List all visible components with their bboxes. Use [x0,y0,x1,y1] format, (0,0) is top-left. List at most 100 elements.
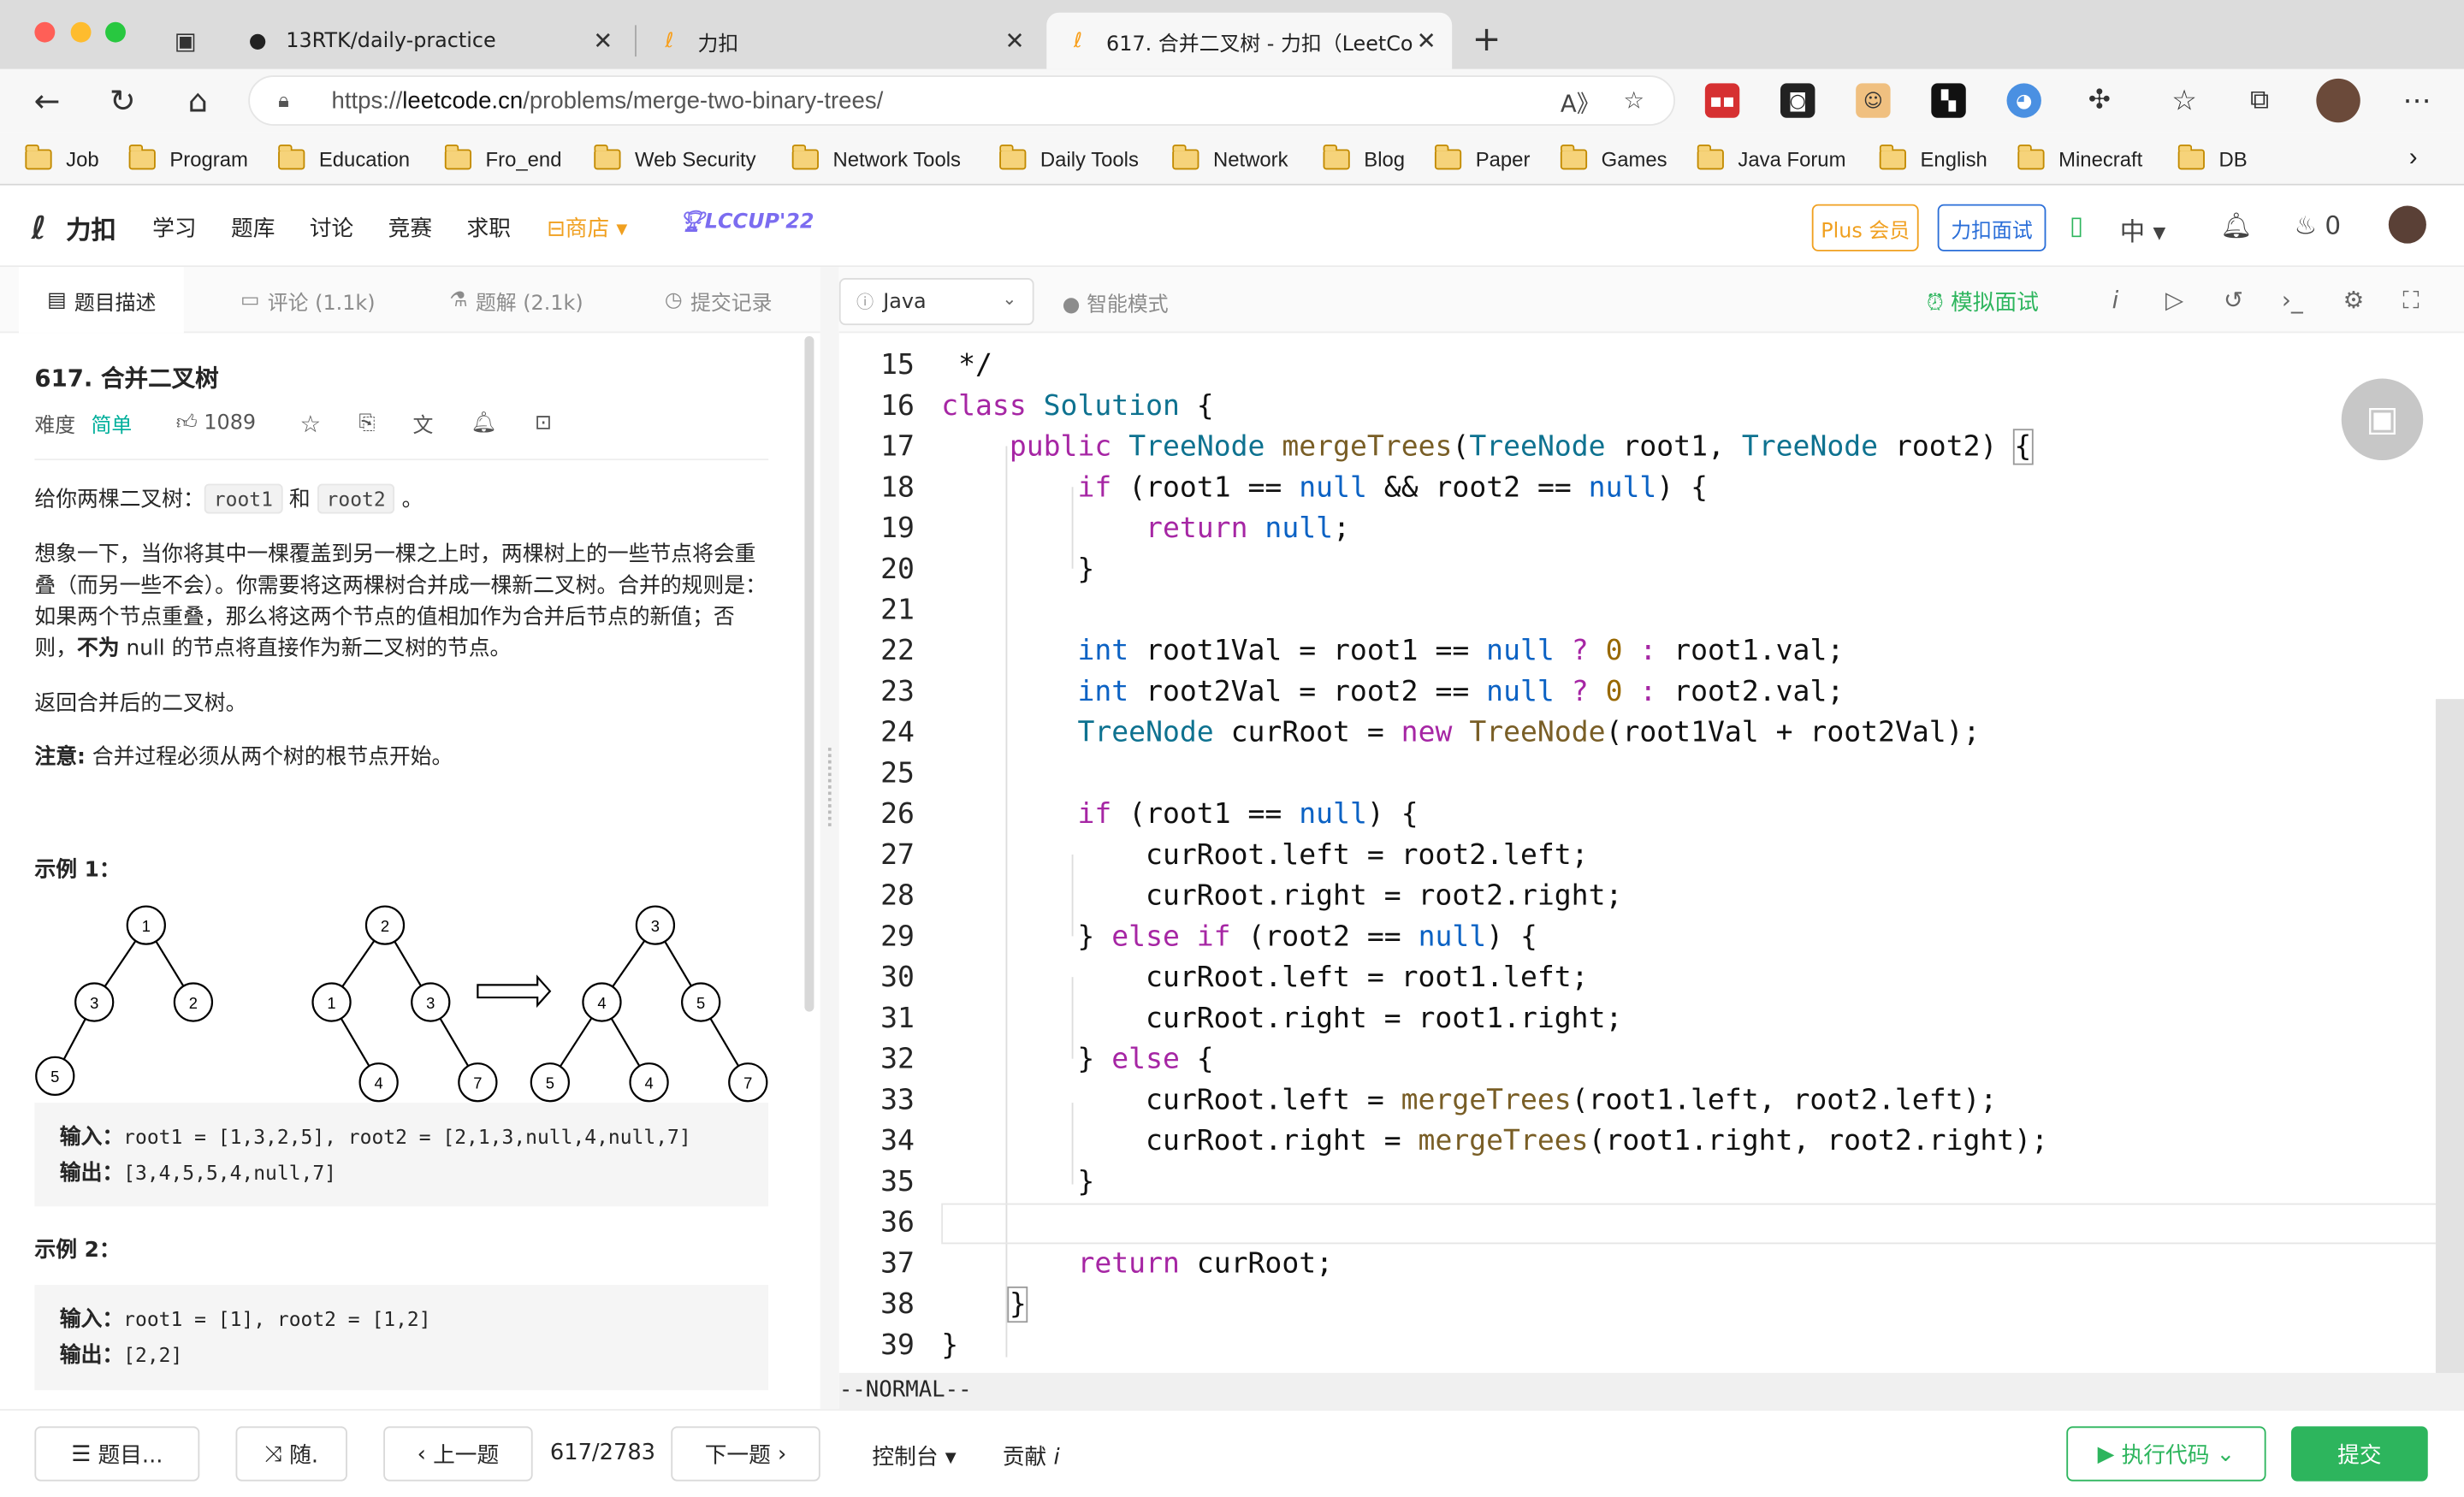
folder-icon [128,144,156,169]
bookmark-fro-end[interactable]: Fro_end [444,144,561,173]
new-tab-button[interactable]: + [1468,20,1506,59]
tab-description[interactable]: ▤ 题目描述 [19,267,185,334]
add-favorite-icon[interactable]: ☆ [1623,86,1644,115]
editor-toolbar: ⓘ Java ⌄ ● 智能模式 ⏰︎ 模拟面试 i ▷ ↺ ›_ ⚙ ⛶ [838,267,2464,334]
bookmark-minecraft[interactable]: Minecraft [2017,144,2142,173]
bookmark-daily-tools[interactable]: Daily Tools [999,144,1139,173]
bookmark-network[interactable]: Network [1172,144,1288,173]
tab-problem[interactable]: ℓ 617. 合并二叉树 - 力扣（LeetCo ✕ [1046,12,1453,69]
points-indicator[interactable]: ♨ 0 [2295,210,2341,240]
close-tab-icon[interactable]: ✕ [1417,27,1436,55]
feedback-icon[interactable]: ⊡ [535,411,552,435]
leetcode-logo[interactable]: ℓ 力扣 [32,209,116,246]
close-tab-icon[interactable]: ✕ [1004,27,1024,55]
back-icon[interactable]: ← [28,81,66,119]
close-window-button[interactable] [34,21,56,43]
collections-icon[interactable]: ⧉ [2241,81,2278,119]
minimize-window-button[interactable] [70,21,92,43]
description-scrollbar[interactable] [804,335,814,1012]
notebook-button[interactable]: ▣ [2341,378,2424,461]
interview-button[interactable]: 力扣面试 [1937,204,2046,251]
tab-submissions[interactable]: ◷ 提交记录 [665,267,773,333]
browser-toolbar: ← ↻ ⌂ 🔒︎ https://leetcode.cn/problems/me… [0,68,2464,133]
sidebar-toggle-icon[interactable]: ▣ [167,22,204,60]
bookmark-blog[interactable]: Blog [1323,144,1405,173]
info-italic-icon[interactable]: i [2112,286,2119,314]
more-menu-icon[interactable]: ⋯ [2398,81,2436,119]
merge-arrow-icon [477,974,552,1009]
bookmark-paper[interactable]: Paper [1434,144,1530,173]
settings-gear-icon[interactable]: ⚙ [2343,286,2365,314]
extension-face-icon[interactable]: ☺ [1856,83,1891,118]
language-switch[interactable]: 中 ▾ [2120,210,2166,248]
bookmark-network-tools[interactable]: Network Tools [791,144,961,173]
mock-interview-button[interactable]: ⏰︎ 模拟面试 [1927,286,2039,317]
lccup-event-link[interactable]: 🏆︎LCCUP'22 [678,210,814,234]
code-line: 23 int root2Val = root2 == null ? 0 : ro… [880,675,1845,709]
extension-color-icon[interactable]: ◕ [2006,83,2041,118]
like-button[interactable]: 👍︎ 1089 [176,411,256,435]
plus-member-button[interactable]: Plus 会员 [1811,204,1919,251]
nav-jobs[interactable]: 求职 [467,212,511,244]
home-icon[interactable]: ⌂ [179,81,216,119]
profile-avatar[interactable] [2316,78,2360,123]
favorites-icon[interactable]: ☆ [2165,81,2203,119]
nav-shop[interactable]: ⊟商店 ▾ [547,212,627,244]
console-toggle[interactable]: 控制台 ▾ [872,1441,956,1472]
tab-leetcode[interactable]: ℓ 力扣 ✕ [641,13,1040,69]
bookmark-program[interactable]: Program [128,144,248,173]
tab-solutions[interactable]: ⚗ 题解 (2.1k) [449,267,583,333]
notify-bell-icon[interactable]: 🔔︎ [471,411,497,435]
next-problem-button[interactable]: 下一题 › [671,1426,820,1482]
code-area[interactable]: 14 */ 15 */ 16class Solution { 17 public… [839,333,2464,1373]
bookmark-english[interactable]: English [1879,144,1987,173]
vim-status-bar: --NORMAL-- [838,1372,2464,1410]
problem-list-button[interactable]: ☰ 题目... [34,1426,200,1482]
terminal-icon[interactable]: ›_ [2282,286,2303,314]
translate-icon[interactable]: 文 [413,408,434,439]
bookmark-education[interactable]: Education [278,144,410,173]
mobile-app-icon[interactable]: ▯ [2070,210,2083,240]
close-tab-icon[interactable]: ✕ [593,27,613,55]
panel-resize-handle[interactable] [820,267,839,1410]
run-flag-icon[interactable]: ▷ [2165,286,2183,314]
reset-code-icon[interactable]: ↺ [2224,286,2243,314]
tab-comments[interactable]: ▭ 评论 (1.1k) [240,267,376,333]
favorite-star-icon[interactable]: ☆ [300,409,322,437]
nav-contest[interactable]: 竞赛 [388,212,432,244]
extensions-icon[interactable]: ✣ [2081,81,2118,119]
smart-mode-toggle[interactable]: ● 智能模式 [1063,287,1169,317]
prev-problem-button[interactable]: ‹ 上一题 [383,1426,533,1482]
submit-button[interactable]: 提交 [2290,1426,2428,1482]
bookmark-games[interactable]: Games [1560,144,1667,173]
random-problem-button[interactable]: ⤨ 随. [235,1426,347,1482]
document-icon: ▤ [47,287,67,312]
extension-dark-icon[interactable]: ◙ [1780,83,1815,118]
example-2-box: 输入：root1 = [1], root2 = [1,2] 输出：[2,2] [34,1285,769,1391]
maximize-window-button[interactable] [105,21,126,43]
fullscreen-icon[interactable]: ⛶ [2402,286,2419,314]
browser-tab-bar: ▣ ● 13RTK/daily-practice ✕ ℓ 力扣 ✕ ℓ 617.… [0,0,2464,69]
bookmark-java-forum[interactable]: Java Forum [1697,144,1845,173]
thumbs-up-icon: 👍︎ [175,411,198,435]
bookmark-db[interactable]: DB [2177,144,2248,173]
extension-tile-icon[interactable]: ▚ [1931,83,1966,118]
nav-learn[interactable]: 学习 [152,212,196,244]
notification-bell-icon[interactable]: 🔔︎ [2220,210,2252,240]
contribute-link[interactable]: 贡献 i [1003,1441,1060,1472]
address-bar[interactable]: 🔒︎ https://leetcode.cn/problems/merge-tw… [248,75,1675,126]
bookmark-web-security[interactable]: Web Security [594,144,756,173]
nav-discuss[interactable]: 讨论 [310,212,353,244]
bookmarks-overflow-icon[interactable]: › [2409,145,2418,173]
user-avatar[interactable] [2388,205,2426,244]
tab-github[interactable]: ● 13RTK/daily-practice ✕ [229,13,629,69]
extension-red-icon[interactable]: ▪▪ [1704,83,1740,118]
nav-problems[interactable]: 题库 [231,212,275,244]
share-icon[interactable]: ⎘ [358,411,375,435]
read-aloud-icon[interactable]: A》 [1561,86,1600,120]
bookmark-job[interactable]: Job [25,144,99,173]
editor-scrollbar[interactable] [2435,699,2464,1375]
reload-icon[interactable]: ↻ [104,81,141,119]
run-code-button[interactable]: ▶ 执行代码 ⌄ [2066,1426,2266,1482]
language-select[interactable]: ⓘ Java ⌄ [838,278,1034,326]
